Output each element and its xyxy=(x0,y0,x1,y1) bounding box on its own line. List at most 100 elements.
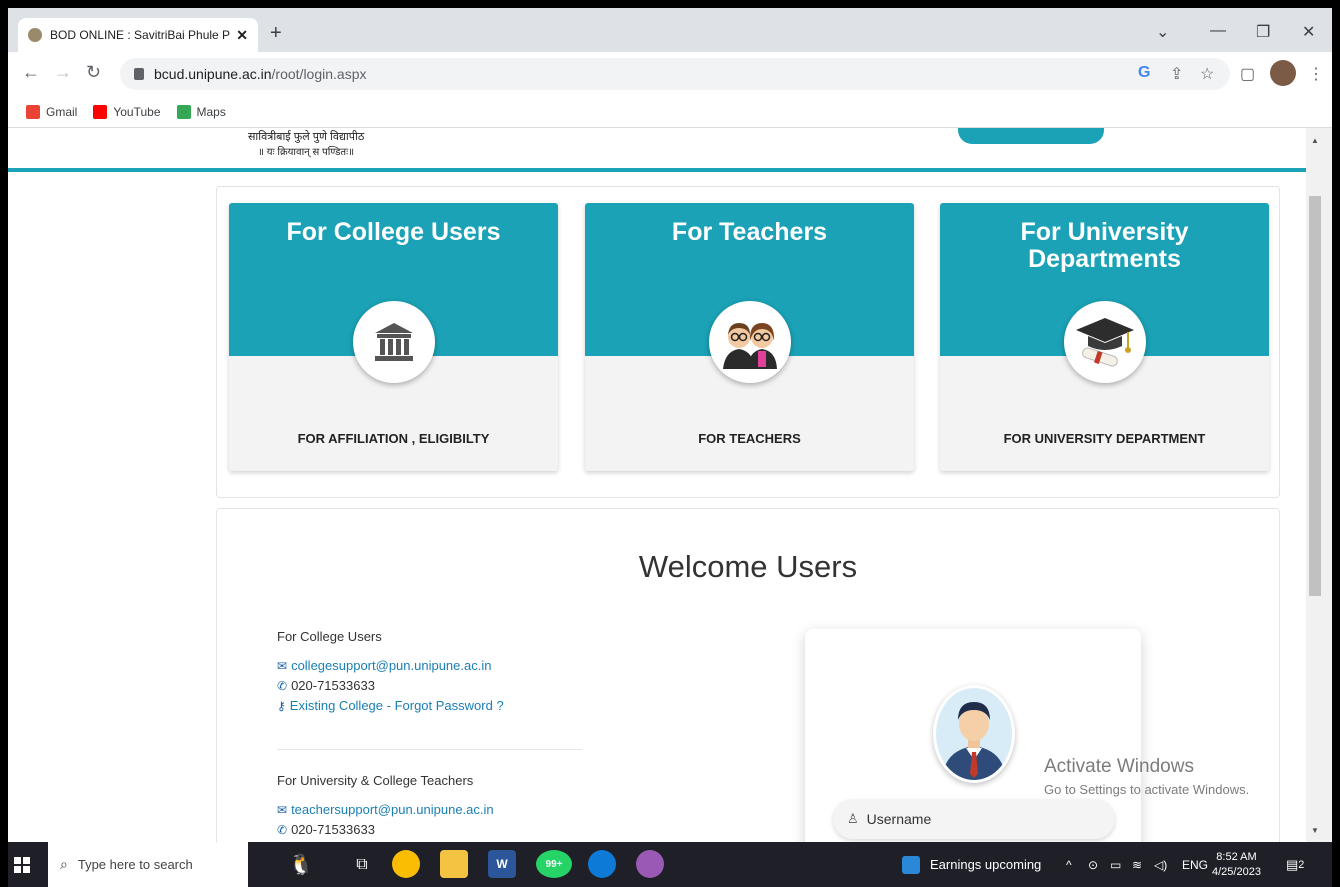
teachers-phone: ✆ 020-71533633 xyxy=(277,822,597,837)
paint-icon[interactable] xyxy=(636,850,664,878)
whatsapp-icon[interactable]: 99+ xyxy=(536,850,572,878)
page-scrollbar[interactable]: ▲ ▼ xyxy=(1306,128,1332,842)
notification-count: 2 xyxy=(1298,858,1305,871)
forward-arrow-icon[interactable]: → xyxy=(54,62,72,83)
college-email: collegesupport@pun.unipune.ac.in xyxy=(291,658,492,673)
reload-icon[interactable]: ↻ xyxy=(86,62,101,83)
notifications-icon[interactable]: ▤ 2 xyxy=(1286,842,1304,887)
bookmark-label: Maps xyxy=(196,104,226,119)
clock-time: 8:52 AM xyxy=(1216,850,1257,863)
college-phone-number: 020-71533633 xyxy=(291,678,375,693)
user-icon: ♙ xyxy=(847,811,859,826)
tab-close-icon[interactable]: ✕ xyxy=(236,27,248,44)
university-motto: ॥ यः क्रियावान् स पण्डितः॥ xyxy=(258,147,355,158)
bookmark-star-icon[interactable]: ☆ xyxy=(1200,64,1214,84)
news-widget[interactable]: Earnings upcoming xyxy=(902,842,1041,887)
gmail-icon xyxy=(26,104,40,119)
card-university-departments[interactable]: For University Departments FOR UNIVERSIT… xyxy=(940,203,1269,471)
taskbar-search[interactable]: ⌕ Type here to search xyxy=(48,842,248,887)
teachers-contact-heading: For University & College Teachers xyxy=(277,773,474,788)
restore-icon[interactable]: ❐ xyxy=(1256,22,1270,42)
penguins-widget-icon[interactable]: 🐧 xyxy=(270,842,332,887)
browser-tab[interactable]: BOD ONLINE : SavitriBai Phule Pu ✕ xyxy=(18,18,258,52)
login-card: ♙ Username xyxy=(805,629,1141,842)
youtube-icon xyxy=(93,104,108,119)
edge-icon[interactable] xyxy=(588,850,616,878)
window-close-icon[interactable]: ✕ xyxy=(1302,22,1315,42)
card-title: For Teachers xyxy=(671,218,828,246)
back-arrow-icon[interactable]: ← xyxy=(22,62,40,83)
whatsapp-badge: 99+ xyxy=(545,858,563,870)
card-subtitle: FOR UNIVERSITY DEPARTMENT xyxy=(1003,431,1206,446)
menu-kebab-icon[interactable]: ⋮ xyxy=(1308,64,1324,84)
watermark-line1: Activate Windows xyxy=(1044,756,1194,777)
contact-divider xyxy=(277,749,582,750)
bookmark-label: Gmail xyxy=(46,104,78,119)
bookmark-maps[interactable]: Maps xyxy=(176,104,226,119)
browser-toolbar: ← → ↻ bcud.unipune.ac.in/root/login.aspx… xyxy=(8,52,1332,96)
card-title: For University Departments xyxy=(1020,218,1189,273)
clock[interactable]: 8:52 AM 4/25/2023 xyxy=(1212,842,1261,887)
google-lens-icon[interactable]: G xyxy=(1138,64,1150,82)
tray-chevron-icon[interactable]: ^ xyxy=(1066,842,1072,887)
windows-start-icon[interactable] xyxy=(14,842,32,887)
user-avatar-icon xyxy=(933,685,1015,783)
header-button[interactable] xyxy=(958,128,1104,144)
side-panel-icon[interactable]: ▢ xyxy=(1240,64,1255,84)
card-teachers[interactable]: For Teachers FOR TEACHERS xyxy=(585,203,914,471)
forgot-password-text: Existing College - Forgot Password ? xyxy=(289,698,504,713)
graduation-cap-icon xyxy=(1063,301,1146,383)
battery-icon[interactable]: ▭ xyxy=(1110,842,1121,887)
maps-icon xyxy=(176,104,191,119)
college-email-link[interactable]: ✉ collegesupport@pun.unipune.ac.in xyxy=(277,658,597,673)
scrollbar-thumb[interactable] xyxy=(1309,196,1321,596)
teachers-contact: For University & College Teachers ✉ teac… xyxy=(277,773,597,842)
college-phone: ✆ 020-71533633 xyxy=(277,678,597,693)
volume-icon[interactable]: ◁) xyxy=(1154,842,1167,887)
file-explorer-icon[interactable] xyxy=(440,850,468,878)
chrome-icon[interactable] xyxy=(392,850,420,878)
envelope-icon: ✉ xyxy=(277,658,288,673)
share-icon[interactable]: ⇪ xyxy=(1170,64,1183,84)
teachers-email: teachersupport@pun.unipune.ac.in xyxy=(291,802,494,817)
bookmarks-bar: Gmail YouTube Maps xyxy=(8,96,1332,128)
watermark-line2: Go to Settings to activate Windows. xyxy=(1044,782,1250,797)
username-input[interactable]: ♙ Username xyxy=(833,799,1115,839)
taskbar-search-placeholder: Type here to search xyxy=(77,857,193,872)
card-subtitle: FOR AFFILIATION , ELIGIBILTY xyxy=(297,431,490,446)
teachers-icon xyxy=(708,301,791,383)
url-path: /root/login.aspx xyxy=(271,66,367,82)
tab-search-chevron-icon[interactable]: ⌄ xyxy=(1156,22,1169,42)
card-college-users[interactable]: For College Users FOR AFFILIATION , ELIG… xyxy=(229,203,558,471)
college-building-icon xyxy=(352,301,435,383)
profile-avatar[interactable] xyxy=(1270,60,1296,86)
minimize-icon[interactable]: — xyxy=(1210,22,1226,40)
windows-taskbar: ⌕ Type here to search 🐧 ⧉ W 99+ Earnings… xyxy=(0,842,1340,887)
new-tab-button[interactable]: + xyxy=(270,22,282,45)
scroll-down-icon[interactable]: ▼ xyxy=(1311,826,1319,835)
user-type-cards: For College Users FOR AFFILIATION , ELIG… xyxy=(216,186,1280,498)
clock-date: 4/25/2023 xyxy=(1212,865,1261,878)
news-icon xyxy=(902,855,920,874)
scroll-up-icon[interactable]: ▲ xyxy=(1311,136,1319,145)
key-icon: ⚷ xyxy=(277,698,286,713)
username-placeholder: Username xyxy=(866,811,932,827)
task-view-icon[interactable]: ⧉ xyxy=(352,842,372,887)
bookmark-youtube[interactable]: YouTube xyxy=(93,104,161,119)
address-bar[interactable]: bcud.unipune.ac.in/root/login.aspx xyxy=(120,58,1230,90)
phone-icon: ✆ xyxy=(277,678,288,693)
forgot-password-link[interactable]: ⚷ Existing College - Forgot Password ? xyxy=(277,698,597,713)
page-viewport: सावित्रीबाई फुले पुणे विद्यापीठ ॥ यः क्र… xyxy=(8,128,1306,842)
college-contact: For College Users ✉ collegesupport@pun.u… xyxy=(277,629,597,718)
word-icon[interactable]: W xyxy=(488,850,516,878)
teachers-email-link[interactable]: ✉ teachersupport@pun.unipune.ac.in xyxy=(277,802,597,817)
browser-tab-bar: BOD ONLINE : SavitriBai Phule Pu ✕ + ⌄ —… xyxy=(8,8,1332,52)
site-favicon-icon xyxy=(28,28,42,42)
site-header: सावित्रीबाई फुले पुणे विद्यापीठ ॥ यः क्र… xyxy=(8,128,1306,172)
search-icon: ⌕ xyxy=(60,856,68,872)
language-indicator[interactable]: ENG xyxy=(1182,842,1208,887)
url-host: bcud.unipune.ac.in xyxy=(154,66,272,82)
meet-icon[interactable]: ⊙ xyxy=(1088,842,1098,887)
wifi-icon[interactable]: ≋ xyxy=(1132,842,1142,887)
bookmark-gmail[interactable]: Gmail xyxy=(26,104,78,119)
